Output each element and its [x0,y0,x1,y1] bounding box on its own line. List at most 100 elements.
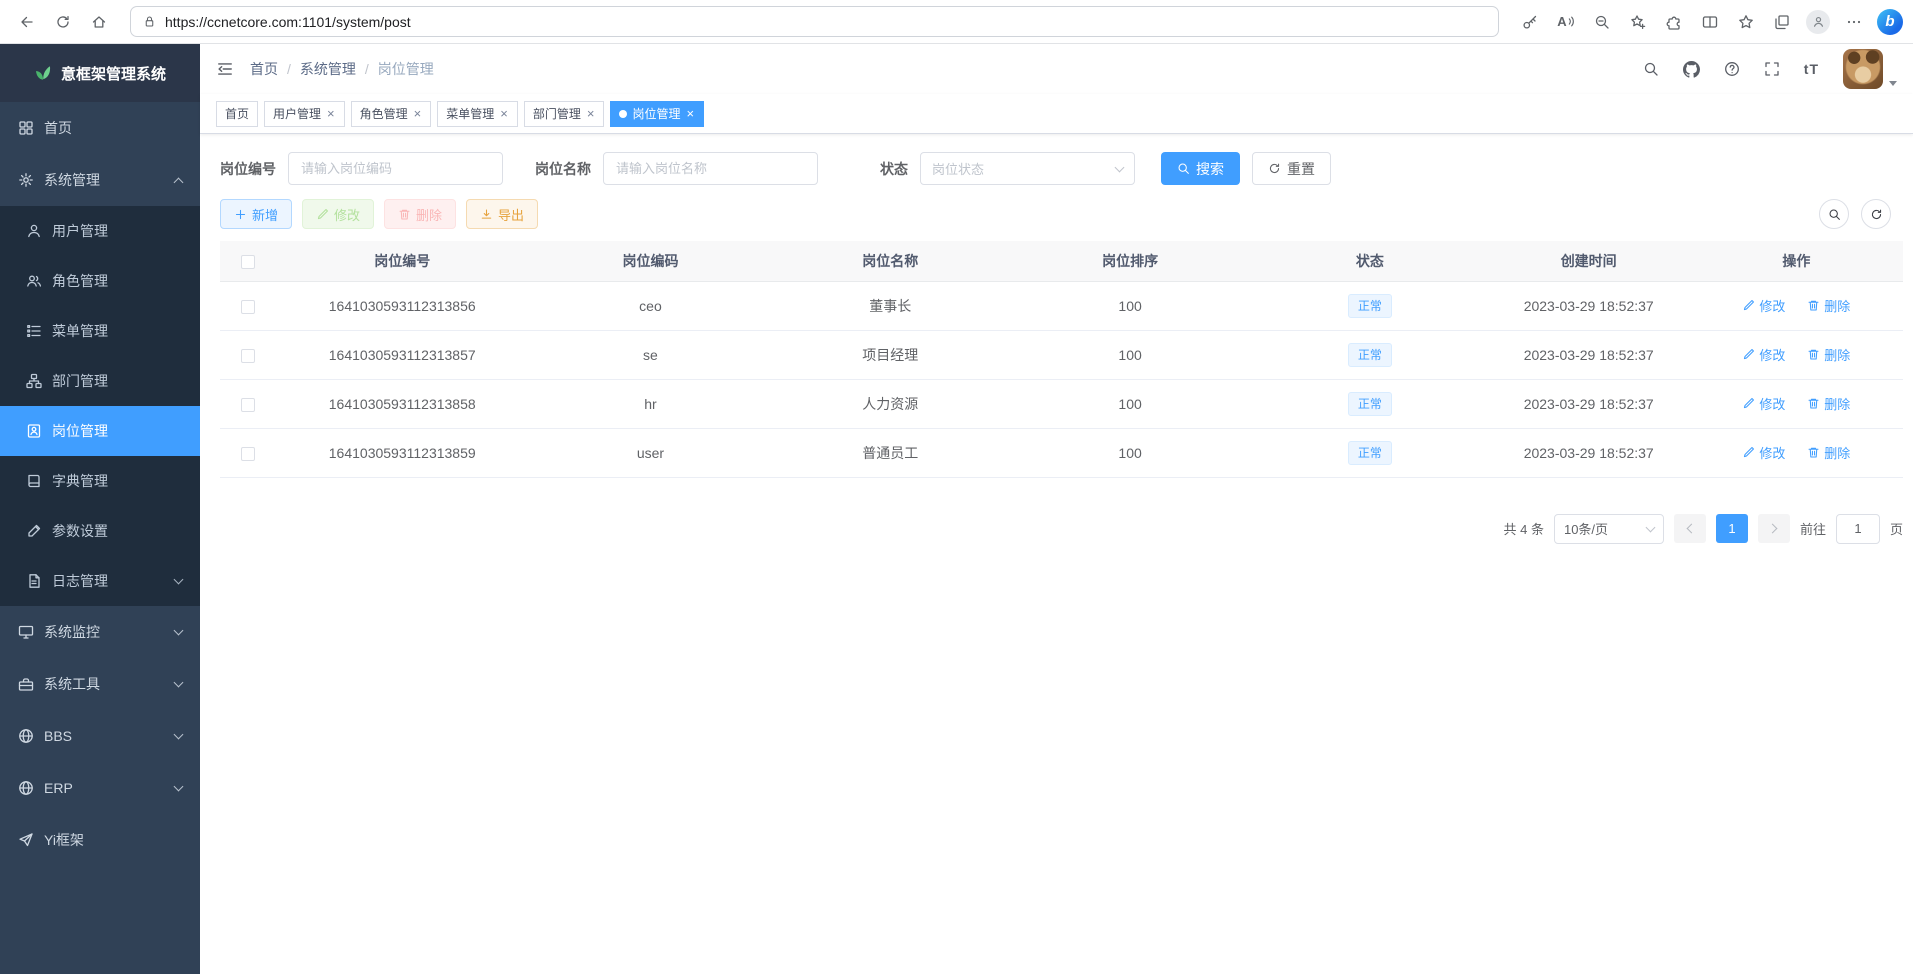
navbar-actions: tT [1643,49,1897,89]
read-aloud-icon: A [1557,14,1574,29]
row-edit-label: 修改 [1759,443,1785,462]
sidebar-item-yi-framework[interactable]: Yi框架 [0,814,200,866]
row-edit-button[interactable]: 修改 [1742,296,1785,315]
browser-back-button[interactable] [10,5,44,39]
sidebar-toggle-button[interactable] [216,60,234,78]
refresh-icon [55,14,71,30]
cell-post-sort: 100 [1008,428,1252,477]
docs-help-button[interactable] [1724,61,1740,77]
row-checkbox[interactable] [241,447,255,461]
trash-icon [398,208,411,221]
fullscreen-button[interactable] [1764,61,1780,77]
delete-button[interactable]: 删除 [384,199,456,229]
row-delete-label: 删除 [1824,345,1850,364]
browser-home-button[interactable] [82,5,116,39]
column-actions: 操作 [1690,241,1903,281]
sidebar-item-erp[interactable]: ERP [0,762,200,814]
sidebar-item-bbs[interactable]: BBS [0,710,200,762]
favorites-button[interactable] [1729,5,1763,39]
github-button[interactable] [1683,61,1700,78]
tab-dept-mgmt[interactable]: 部门管理 × [524,101,605,127]
sidebar-item-role-mgmt[interactable]: 角色管理 [0,256,200,306]
tab-close-icon[interactable]: × [326,107,336,120]
url-input[interactable] [165,14,1486,30]
tab-role-mgmt[interactable]: 角色管理 × [351,101,432,127]
row-edit-button[interactable]: 修改 [1742,345,1785,364]
sidebar-item-system-mgmt[interactable]: 系统管理 [0,154,200,206]
tab-close-icon[interactable]: × [499,107,509,120]
sidebar-item-menu-mgmt[interactable]: 菜单管理 [0,306,200,356]
row-delete-button[interactable]: 删除 [1807,345,1850,364]
bing-chat-button[interactable]: b [1877,9,1903,35]
row-edit-button[interactable]: 修改 [1742,443,1785,462]
search-button[interactable]: 搜索 [1161,152,1240,185]
export-button[interactable]: 导出 [466,199,538,229]
next-page-button[interactable] [1758,514,1790,543]
sidebar-item-dict-mgmt[interactable]: 字典管理 [0,456,200,506]
edit-button-label: 修改 [334,205,360,224]
tab-user-mgmt[interactable]: 用户管理 × [264,101,345,127]
add-favorite-button[interactable] [1621,5,1655,39]
bing-logo-icon: b [1885,13,1894,30]
row-checkbox[interactable] [241,300,255,314]
sidebar-item-system-tools[interactable]: 系统工具 [0,658,200,710]
sidebar-item-post-mgmt[interactable]: 岗位管理 [0,406,200,456]
sidebar-item-log-mgmt[interactable]: 日志管理 [0,556,200,606]
add-button[interactable]: 新增 [220,199,292,229]
user-menu[interactable] [1843,49,1897,89]
read-aloud-button[interactable]: A [1549,5,1583,39]
tab-home[interactable]: 首页 [216,101,258,127]
split-screen-button[interactable] [1693,5,1727,39]
row-delete-button[interactable]: 删除 [1807,296,1850,315]
tab-post-mgmt[interactable]: 岗位管理 × [610,101,704,127]
row-delete-button[interactable]: 删除 [1807,443,1850,462]
page-number-button[interactable]: 1 [1716,514,1748,543]
header-search-button[interactable] [1643,61,1659,77]
sidebar-item-system-monitor[interactable]: 系统监控 [0,606,200,658]
browser-refresh-button[interactable] [46,5,80,39]
password-key-button[interactable] [1513,5,1547,39]
breadcrumb-home[interactable]: 首页 [250,59,278,79]
font-size-button[interactable]: tT [1804,61,1819,77]
site-info-icon[interactable] [143,15,156,28]
row-checkbox[interactable] [241,398,255,412]
breadcrumb-system[interactable]: 系统管理 [300,59,356,79]
tab-close-icon[interactable]: × [685,107,695,120]
tab-menu-mgmt[interactable]: 菜单管理 × [437,101,518,127]
sidebar-item-dept-mgmt[interactable]: 部门管理 [0,356,200,406]
collections-button[interactable] [1765,5,1799,39]
address-bar[interactable] [130,6,1499,37]
delete-button-label: 删除 [416,205,442,224]
list-icon [26,323,42,339]
tab-close-icon[interactable]: × [413,107,423,120]
zoom-button[interactable] [1585,5,1619,39]
refresh-table-button[interactable] [1861,199,1891,229]
reset-button[interactable]: 重置 [1252,152,1331,185]
toolbox-icon [18,676,34,692]
breadcrumb-separator: / [365,61,369,77]
goto-label: 前往 [1800,519,1826,538]
column-created: 创建时间 [1488,241,1690,281]
status-select[interactable]: 岗位状态 [920,152,1135,185]
post-name-input[interactable] [603,152,818,185]
page-size-select[interactable]: 10条/页 [1554,514,1664,544]
row-edit-button[interactable]: 修改 [1742,394,1785,413]
sidebar-item-home[interactable]: 首页 [0,102,200,154]
sidebar-item-user-mgmt[interactable]: 用户管理 [0,206,200,256]
toggle-search-button[interactable] [1819,199,1849,229]
browser-profile-button[interactable] [1801,5,1835,39]
select-all-checkbox[interactable] [241,255,255,269]
post-code-input[interactable] [288,152,503,185]
goto-page-input[interactable] [1836,514,1880,544]
browser-menu-button[interactable] [1837,5,1871,39]
user-avatar[interactable] [1843,49,1883,89]
extensions-button[interactable] [1657,5,1691,39]
row-checkbox[interactable] [241,349,255,363]
prev-page-button[interactable] [1674,514,1706,543]
row-edit-label: 修改 [1759,394,1785,413]
tab-close-icon[interactable]: × [586,107,596,120]
edit-button[interactable]: 修改 [302,199,374,229]
sidebar-item-param-settings[interactable]: 参数设置 [0,506,200,556]
table-row: 1641030593112313858 hr 人力资源 100 正常 2023-… [220,379,1903,428]
row-delete-button[interactable]: 删除 [1807,394,1850,413]
